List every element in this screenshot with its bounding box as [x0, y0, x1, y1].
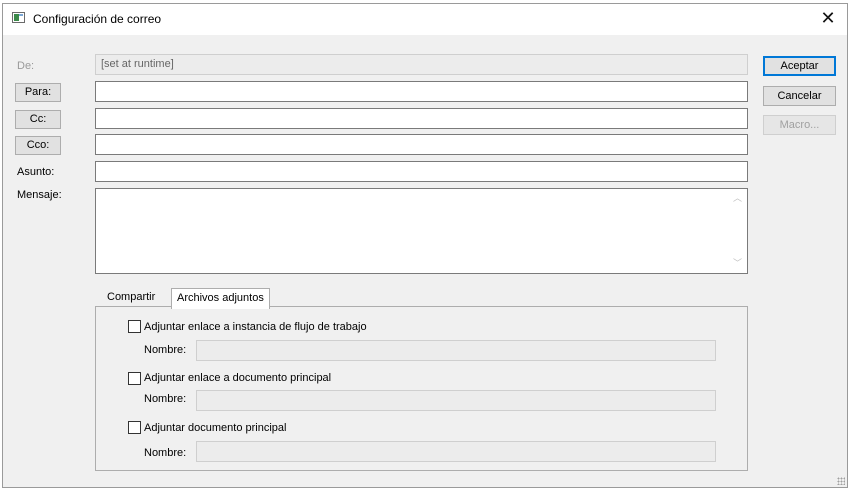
- chevron-up-icon[interactable]: ︿: [730, 191, 745, 206]
- resize-grip[interactable]: [837, 477, 845, 485]
- macro-button[interactable]: Macro...: [763, 115, 836, 135]
- cc-field[interactable]: [95, 108, 748, 129]
- tab-archivos-adjuntos[interactable]: Archivos adjuntos: [171, 288, 270, 309]
- subject-field[interactable]: [95, 161, 748, 182]
- title-bar: Configuración de correo ✕: [3, 4, 847, 35]
- tab-compartir[interactable]: Compartir: [102, 288, 160, 308]
- chevron-down-icon[interactable]: ﹀: [730, 256, 745, 271]
- document-link-name-field: [196, 390, 716, 411]
- subject-label: Asunto:: [17, 166, 55, 178]
- cc-button[interactable]: Cc:: [15, 110, 61, 129]
- bcc-button[interactable]: Cco:: [15, 136, 61, 155]
- document-name-label: Nombre:: [144, 447, 187, 459]
- attachments-panel: Adjuntar enlace a instancia de flujo de …: [95, 306, 748, 471]
- attach-document-link-checkbox[interactable]: [128, 372, 141, 385]
- document-link-name-label: Nombre:: [144, 393, 187, 405]
- message-label: Mensaje:: [17, 189, 62, 201]
- attach-workflow-link-label: Adjuntar enlace a instancia de flujo de …: [144, 321, 367, 333]
- mail-config-window-icon: [12, 12, 25, 23]
- mail-config-dialog: Configuración de correo ✕ De: [set at ru…: [2, 3, 848, 488]
- cancel-button[interactable]: Cancelar: [763, 86, 836, 106]
- workflow-link-name-label: Nombre:: [144, 344, 187, 356]
- to-field[interactable]: [95, 81, 748, 102]
- attach-document-checkbox[interactable]: [128, 421, 141, 434]
- ok-button[interactable]: Aceptar: [763, 56, 836, 76]
- workflow-link-name-field: [196, 340, 716, 361]
- document-name-field: [196, 441, 716, 462]
- bcc-field[interactable]: [95, 134, 748, 155]
- from-label: De:: [17, 60, 35, 72]
- attach-workflow-link-checkbox[interactable]: [128, 320, 141, 333]
- close-icon[interactable]: ✕: [809, 4, 847, 35]
- from-field: [set at runtime]: [95, 54, 748, 75]
- attach-document-label: Adjuntar documento principal: [144, 422, 287, 434]
- attach-document-link-label: Adjuntar enlace a documento principal: [144, 372, 332, 384]
- message-textarea[interactable]: ︿ ﹀: [95, 188, 748, 274]
- to-button[interactable]: Para:: [15, 83, 61, 102]
- window-title: Configuración de correo: [33, 12, 162, 26]
